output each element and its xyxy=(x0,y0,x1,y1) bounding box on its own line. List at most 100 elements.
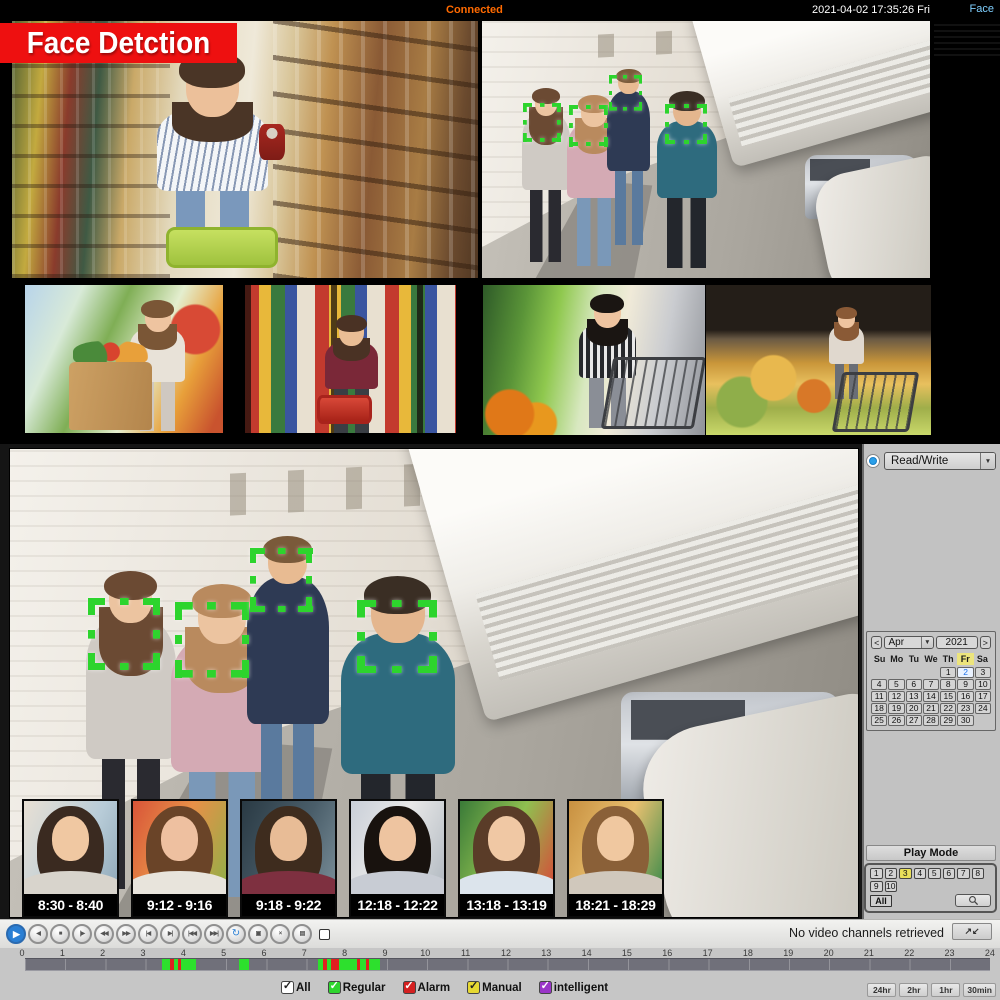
stop-button[interactable]: ■ xyxy=(50,924,70,944)
calendar-date[interactable]: 9 xyxy=(957,679,973,690)
range-button[interactable]: 24hr xyxy=(867,983,896,997)
calendar-date[interactable]: 30 xyxy=(957,715,973,726)
range-button[interactable]: 2hr xyxy=(899,983,928,997)
calendar-date[interactable]: 14 xyxy=(923,691,939,702)
calendar-date[interactable]: 2 xyxy=(957,667,973,678)
calendar-year-field[interactable]: 2021 xyxy=(936,636,978,649)
calendar-date[interactable]: 4 xyxy=(871,679,887,690)
search-button[interactable] xyxy=(955,894,991,907)
calendar-date[interactable]: 28 xyxy=(923,715,939,726)
calendar-date[interactable]: 11 xyxy=(871,691,887,702)
calendar-date[interactable]: 25 xyxy=(871,715,887,726)
face-thumbnail[interactable] xyxy=(934,24,1000,26)
channel-button[interactable]: 4 xyxy=(914,868,927,879)
detected-face-thumbnail[interactable]: 12:18 - 12:22 xyxy=(349,799,446,918)
filter-checkbox[interactable]: ✓ xyxy=(467,981,480,994)
filter-toggle[interactable]: ✓ Regular xyxy=(328,981,386,994)
calendar-next-button[interactable]: > xyxy=(980,636,991,649)
fast-forward-button[interactable]: ▶▶ xyxy=(116,924,136,944)
refresh-channels-button[interactable]: ↗ ↙ xyxy=(952,923,992,940)
close-button[interactable]: × xyxy=(270,924,290,944)
channel-button[interactable]: 2 xyxy=(885,868,898,879)
detected-face-thumbnail[interactable]: 18:21 - 18:29 xyxy=(567,799,664,918)
filter-checkbox[interactable]: ✓ xyxy=(403,981,416,994)
channel-button[interactable]: 9 xyxy=(870,881,883,892)
filter-toggle[interactable]: ✓ Manual xyxy=(467,981,522,994)
calendar-date[interactable]: 27 xyxy=(906,715,922,726)
calendar-date[interactable]: 26 xyxy=(888,715,904,726)
detected-face-thumbnail[interactable]: 8:30 - 8:40 xyxy=(22,799,119,918)
face-thumbnail[interactable] xyxy=(934,48,1000,50)
reverse-play-button[interactable]: ◀ xyxy=(28,924,48,944)
filter-checkbox[interactable]: ✓ xyxy=(539,981,552,994)
prev-frame-button[interactable]: |◀ xyxy=(138,924,158,944)
calendar-month-dropdown[interactable]: Apr ▼ xyxy=(884,636,933,649)
detection-results-strip: 8:30 - 8:40 9:12 - 9:16 9:18 - 9:22 12:1… xyxy=(22,799,664,918)
channel-button[interactable]: 3 xyxy=(899,868,912,879)
range-button[interactable]: 30min xyxy=(963,983,996,997)
hdd-radio[interactable] xyxy=(866,454,880,468)
loop-button[interactable]: ↻ xyxy=(226,924,246,944)
all-channels-button[interactable]: All xyxy=(870,895,892,907)
rewind-button[interactable]: ◀◀ xyxy=(94,924,114,944)
channel-button[interactable]: 8 xyxy=(972,868,985,879)
calendar-date[interactable]: 29 xyxy=(940,715,956,726)
range-button[interactable]: 1hr xyxy=(931,983,960,997)
calendar-date[interactable]: 10 xyxy=(975,679,991,690)
filter-toggle[interactable]: ✓ intelligent xyxy=(539,981,608,994)
archive-button[interactable]: ▤ xyxy=(292,924,312,944)
filter-toggle[interactable]: ✓ Alarm xyxy=(403,981,451,994)
detected-face-thumbnail[interactable]: 13:18 - 13:19 xyxy=(458,799,555,918)
filter-label: Alarm xyxy=(418,982,451,994)
calendar-date[interactable]: 12 xyxy=(888,691,904,702)
calendar-date[interactable]: 8 xyxy=(940,679,956,690)
calendar-date[interactable]: 3 xyxy=(975,667,991,678)
detected-face-thumbnail[interactable]: 9:12 - 9:16 xyxy=(131,799,228,918)
prev-record-button[interactable]: |◀◀ xyxy=(182,924,202,944)
dropdown-arrow-icon[interactable]: ▼ xyxy=(921,637,933,648)
clip-button[interactable]: ▣ xyxy=(248,924,268,944)
calendar-date[interactable]: 15 xyxy=(940,691,956,702)
calendar-date[interactable]: 17 xyxy=(975,691,991,702)
slow-play-button[interactable]: |▶ xyxy=(72,924,92,944)
channel-button[interactable]: 5 xyxy=(928,868,941,879)
play-mode-button[interactable]: Play Mode xyxy=(866,845,996,861)
face-thumbnail[interactable] xyxy=(934,36,1000,38)
playback-button-icon: ◀◀ xyxy=(100,931,107,937)
next-record-button[interactable]: ▶▶| xyxy=(204,924,224,944)
calendar-prev-button[interactable]: < xyxy=(871,636,882,649)
filter-checkbox[interactable]: ✓ xyxy=(328,981,341,994)
camera-view-grocery-bag xyxy=(25,285,223,433)
calendar-date[interactable]: 1 xyxy=(940,667,956,678)
channel-button[interactable]: 6 xyxy=(943,868,956,879)
next-frame-button[interactable]: ▶| xyxy=(160,924,180,944)
calendar-date[interactable]: 13 xyxy=(906,691,922,702)
face-thumbnail[interactable] xyxy=(934,42,1000,44)
channel-button[interactable]: 1 xyxy=(870,868,883,879)
hdd-mode-dropdown[interactable]: Read/Write ▼ xyxy=(884,452,996,470)
calendar-date[interactable]: 23 xyxy=(957,703,973,714)
filter-toggle[interactable]: ✓ All xyxy=(281,981,311,994)
calendar-date[interactable]: 7 xyxy=(923,679,939,690)
channel-button[interactable]: 10 xyxy=(885,881,898,892)
face-thumbnail[interactable] xyxy=(934,30,1000,32)
calendar-date[interactable]: 16 xyxy=(957,691,973,702)
playback-checkbox[interactable] xyxy=(319,929,330,940)
calendar-date[interactable]: 22 xyxy=(940,703,956,714)
calendar-date[interactable]: 21 xyxy=(923,703,939,714)
calendar-date[interactable]: 6 xyxy=(906,679,922,690)
face-thumbnail[interactable] xyxy=(934,54,1000,56)
calendar-date[interactable]: 20 xyxy=(906,703,922,714)
calendar-date[interactable]: 19 xyxy=(888,703,904,714)
dropdown-arrow-icon[interactable]: ▼ xyxy=(980,453,995,469)
calendar-date[interactable]: 5 xyxy=(888,679,904,690)
play-button[interactable]: ▶ xyxy=(6,924,26,944)
head-shape xyxy=(594,297,621,328)
channel-button[interactable]: 7 xyxy=(957,868,970,879)
calendar-date[interactable]: 24 xyxy=(975,703,991,714)
calendar-date[interactable]: 18 xyxy=(871,703,887,714)
filter-checkbox[interactable]: ✓ xyxy=(281,981,294,994)
timeline-bar[interactable] xyxy=(25,958,990,971)
check-icon: ✓ xyxy=(283,981,292,992)
detected-face-thumbnail[interactable]: 9:18 - 9:22 xyxy=(240,799,337,918)
